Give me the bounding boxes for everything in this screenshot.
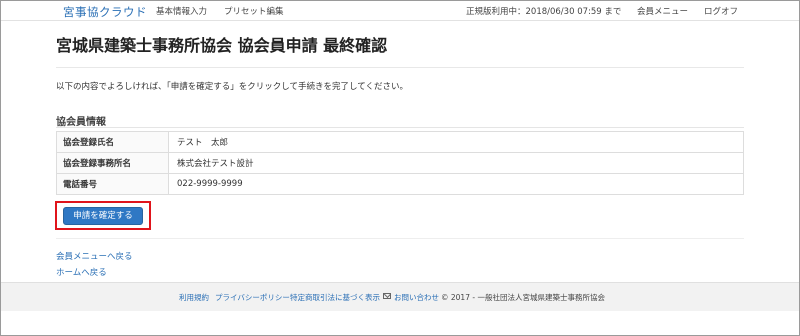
page-title: 宮城県建築士事務所協会 協会員申請 最終確認 xyxy=(56,36,388,55)
divider xyxy=(56,67,744,68)
back-to-member-menu-link[interactable]: 会員メニューへ戻る xyxy=(56,250,133,262)
divider xyxy=(56,238,744,239)
back-to-home-link[interactable]: ホームへ戻る xyxy=(56,266,107,278)
divider xyxy=(56,127,744,128)
footer: 利用規約 プライバシーポリシー 特定商取引法に基づく表示 お問い合わせ © 20… xyxy=(1,282,799,311)
nav-preset-edit[interactable]: プリセット編集 xyxy=(224,5,284,17)
row-label: 協会登録氏名 xyxy=(56,131,169,153)
row-value: 022-9999-9999 xyxy=(168,173,744,195)
brand-logo[interactable]: 宮事協クラウド xyxy=(63,4,147,20)
highlight-box: 申請を確定する xyxy=(55,201,151,230)
table-row: 協会登録氏名 テスト 太郎 xyxy=(56,131,744,153)
row-label: 協会登録事務所名 xyxy=(56,152,169,174)
footer-copyright: © 2017 - 一般社団法人宮城県建築士事務所協会 xyxy=(441,293,605,302)
table-row: 協会登録事務所名 株式会社テスト設計 xyxy=(56,152,744,174)
row-value: テスト 太郎 xyxy=(168,131,744,153)
footer-contact-link[interactable]: お問い合わせ xyxy=(394,292,439,303)
nav-member-menu[interactable]: 会員メニュー xyxy=(637,5,688,17)
top-navbar: 宮事協クラウド 基本情報入力 プリセット編集 正規版利用中：2018/06/30… xyxy=(1,1,799,21)
nav-logout[interactable]: ログオフ xyxy=(704,5,738,17)
footer-terms-link[interactable]: 利用規約 xyxy=(179,292,209,303)
mail-icon xyxy=(383,293,391,299)
member-info-table: 協会登録氏名 テスト 太郎 協会登録事務所名 株式会社テスト設計 電話番号 02… xyxy=(56,131,744,195)
footer-privacy-link[interactable]: プライバシーポリシー xyxy=(215,292,290,303)
license-status: 正規版利用中：2018/06/30 07:59 まで xyxy=(466,7,622,17)
row-label: 電話番号 xyxy=(56,173,169,195)
section-title: 協会員情報 xyxy=(56,117,106,128)
confirm-application-button[interactable]: 申請を確定する xyxy=(63,207,143,225)
table-row: 電話番号 022-9999-9999 xyxy=(56,173,744,195)
intro-text: 以下の内容でよろしければ、「申請を確定する」をクリックして手続きを完了してくださ… xyxy=(56,82,408,92)
nav-basic-info[interactable]: 基本情報入力 xyxy=(156,5,207,17)
row-value: 株式会社テスト設計 xyxy=(168,152,744,174)
footer-tokutei-link[interactable]: 特定商取引法に基づく表示 xyxy=(290,292,380,303)
